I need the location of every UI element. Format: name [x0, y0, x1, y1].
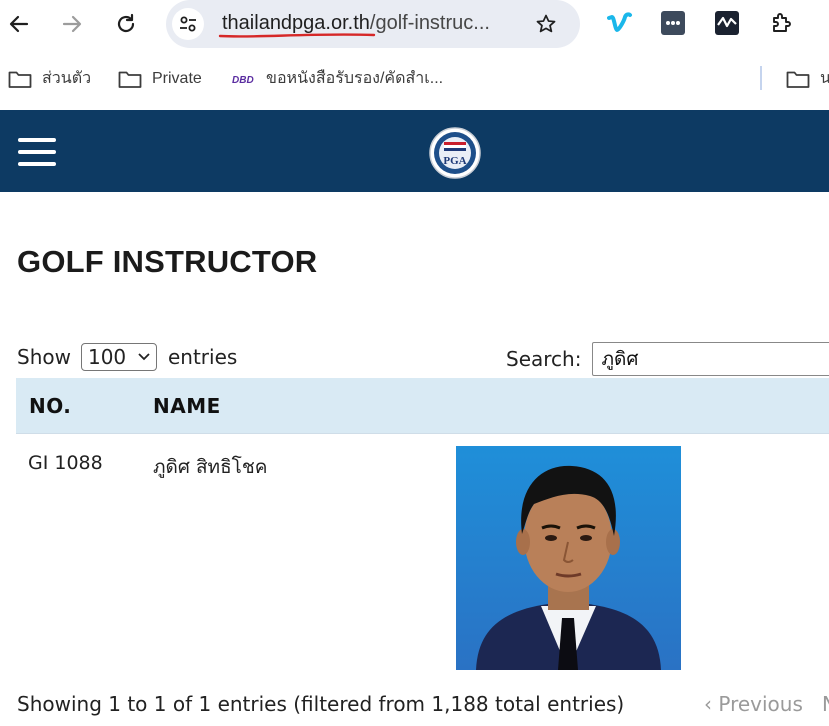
- table-header: NO. NAME: [16, 378, 829, 434]
- bookmark-label: ขอหนังสือรับรอง/คัดสำเ...: [266, 70, 444, 87]
- vimeo-extension[interactable]: [606, 9, 634, 37]
- cell-instructor-name: ภูดิศ สิทธิโชค: [153, 456, 268, 478]
- red-underline-annotation: [218, 33, 376, 38]
- forward-arrow-icon: [62, 15, 82, 33]
- column-header-name[interactable]: NAME: [153, 394, 221, 418]
- dots-extension[interactable]: [659, 9, 687, 37]
- table-info: Showing 1 to 1 of 1 entries (filtered fr…: [17, 692, 625, 716]
- puzzle-icon: [773, 13, 791, 32]
- bookmark-star-button[interactable]: [530, 8, 562, 40]
- search-label: Search:: [506, 347, 582, 371]
- column-header-no[interactable]: NO.: [29, 394, 71, 418]
- star-icon: [536, 14, 556, 33]
- show-label: Show: [17, 345, 71, 369]
- site-info-button[interactable]: [172, 8, 204, 40]
- svg-text:PGA: PGA: [443, 155, 466, 167]
- vimeo-icon: [607, 12, 632, 32]
- svg-text:DBD: DBD: [232, 75, 254, 85]
- page-title: GOLF INSTRUCTOR: [17, 244, 318, 279]
- page-size-value: 100: [87, 345, 127, 369]
- folder-icon: [8, 71, 32, 88]
- bookmark-label: น: [820, 70, 829, 87]
- url-path: /golf-instruc...: [369, 12, 490, 34]
- address-bar[interactable]: thailandpga.or.th/golf-instruc...: [166, 0, 580, 48]
- table-search: Search:: [506, 342, 829, 376]
- browser-toolbar: thailandpga.or.th/golf-instruc...: [0, 0, 829, 50]
- next-page-button[interactable]: N: [822, 692, 829, 716]
- bookmark-folder-private[interactable]: Private: [118, 68, 202, 90]
- bookmark-separator: [760, 66, 762, 90]
- back-button[interactable]: [3, 8, 35, 40]
- dbd-icon: DBD: [232, 75, 254, 85]
- bookmarks-bar: ส่วนตัว Private DBD ขอหนังสือรับรอง/คัดส…: [0, 60, 829, 98]
- site-header: [0, 110, 829, 192]
- extensions-button[interactable]: [768, 9, 796, 37]
- folder-icon: [786, 71, 810, 88]
- cell-instructor-no: GI 1088: [28, 452, 103, 474]
- folder-icon: [118, 71, 142, 88]
- reload-icon: [117, 13, 135, 33]
- forward-button[interactable]: [56, 8, 88, 40]
- chevron-down-icon: [138, 353, 150, 361]
- url-host: thailandpga.or.th: [222, 12, 370, 34]
- bookmark-folder-other[interactable]: น: [786, 68, 829, 90]
- tune-icon: [180, 16, 196, 32]
- previous-page-button[interactable]: ‹ Previous: [704, 692, 803, 716]
- previous-label: Previous: [718, 692, 803, 716]
- reload-button[interactable]: [110, 8, 142, 40]
- back-arrow-icon: [9, 15, 29, 33]
- search-input[interactable]: [592, 342, 829, 376]
- instructor-photo: [456, 446, 681, 670]
- bookmark-dbd-certificate[interactable]: DBD ขอหนังสือรับรอง/คัดสำเ...: [232, 68, 443, 90]
- instructor-table: NO. NAME GI 1088 ภูดิศ สิทธิโชค: [16, 378, 829, 684]
- chevron-left-icon: ‹: [704, 692, 712, 716]
- bookmark-label: ส่วนตัว: [42, 70, 92, 87]
- table-row: GI 1088 ภูดิศ สิทธิโชค: [16, 434, 829, 684]
- wave-extension-icon: [715, 11, 739, 35]
- page-size-select[interactable]: 100: [80, 343, 157, 371]
- hamburger-menu-icon[interactable]: [18, 138, 56, 166]
- password-dots-icon: [661, 11, 685, 35]
- tab-manager-extension[interactable]: [713, 9, 741, 37]
- thailand-pga-logo[interactable]: PGA: [428, 126, 482, 180]
- bookmark-folder-personal[interactable]: ส่วนตัว: [8, 68, 91, 90]
- bookmark-label: Private: [152, 70, 202, 87]
- page-length-control: Show 100 entries: [17, 342, 237, 372]
- entries-label: entries: [167, 345, 238, 369]
